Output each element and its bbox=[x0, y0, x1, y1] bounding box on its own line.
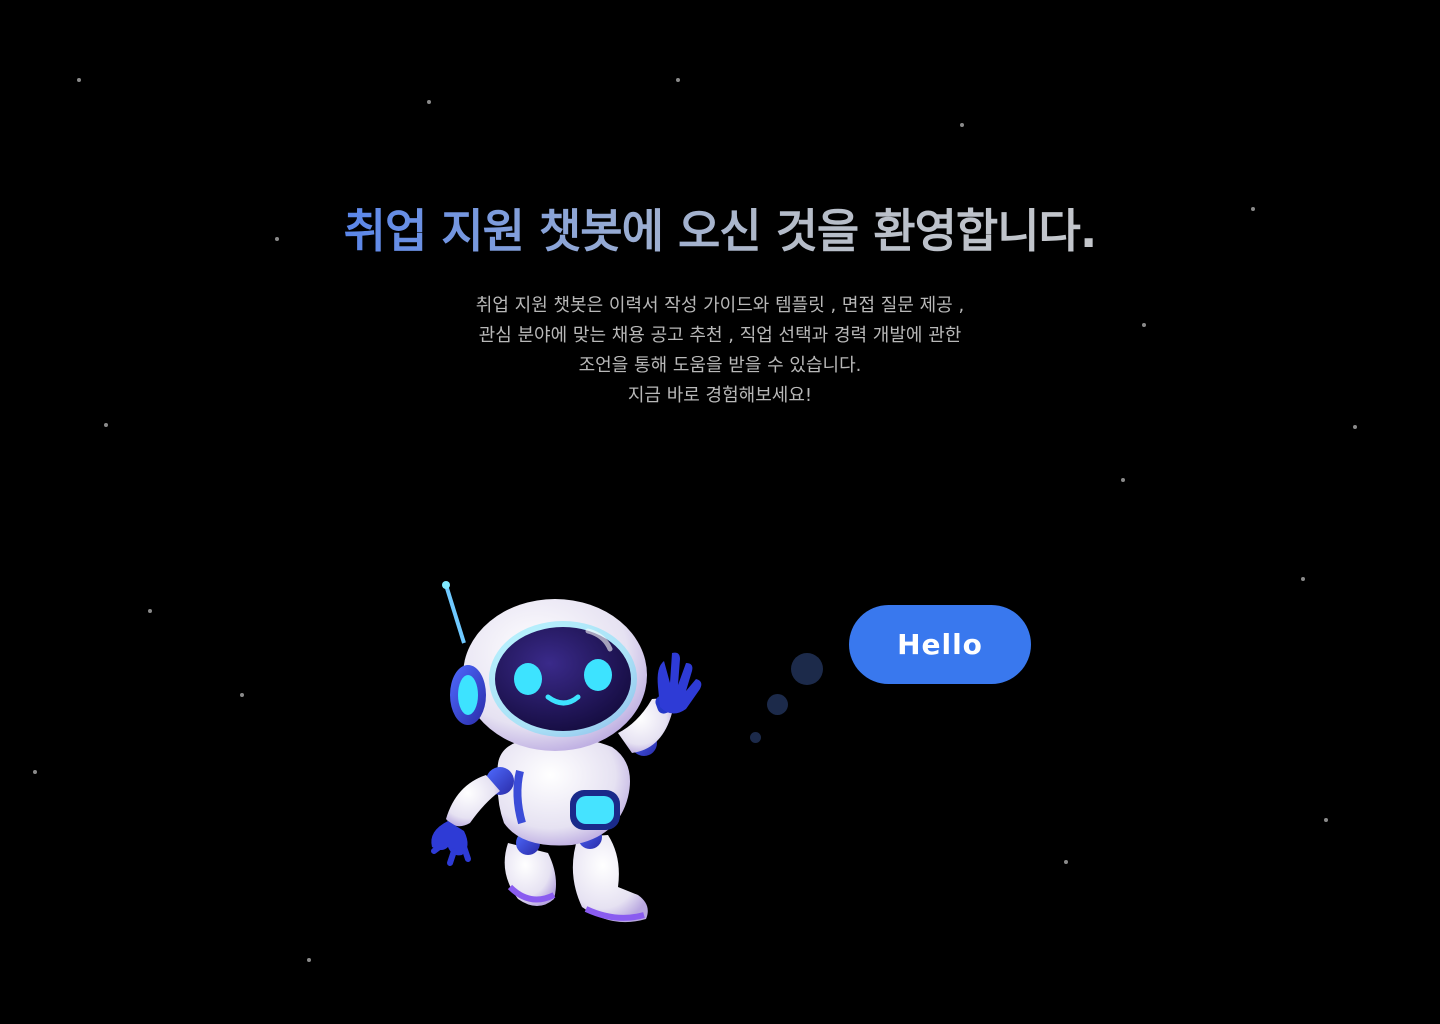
star bbox=[1121, 478, 1125, 482]
star bbox=[1324, 818, 1328, 822]
page-description: 취업 지원 챗봇은 이력서 작성 가이드와 템플릿 , 면접 질문 제공 , 관… bbox=[0, 291, 1440, 411]
star bbox=[1301, 577, 1305, 581]
star bbox=[427, 100, 431, 104]
description-line: 취업 지원 챗봇은 이력서 작성 가이드와 템플릿 , 면접 질문 제공 , bbox=[475, 295, 965, 316]
star bbox=[676, 78, 680, 82]
star bbox=[307, 958, 311, 962]
thought-bubble-dot bbox=[750, 732, 761, 743]
star bbox=[104, 423, 108, 427]
description-line: 관심 분야에 맞는 채용 공고 추천 , 직업 선택과 경력 개발에 관한 bbox=[478, 325, 962, 346]
star bbox=[960, 123, 964, 127]
page-title-text: 취업 지원 챗봇에 오신 것을 환영합니다. bbox=[343, 204, 1098, 258]
hello-chat-button[interactable]: Hello bbox=[849, 605, 1031, 684]
star bbox=[77, 78, 81, 82]
page-title: 취업 지원 챗봇에 오신 것을 환영합니다. bbox=[0, 196, 1440, 266]
landing-page: 취업 지원 챗봇에 오신 것을 환영합니다. 취업 지원 챗봇은 이력서 작성 … bbox=[0, 0, 1440, 1024]
description-line: 지금 바로 경험해보세요! bbox=[627, 385, 813, 406]
star bbox=[148, 609, 152, 613]
thought-bubble-dot bbox=[767, 694, 788, 715]
star bbox=[1064, 860, 1068, 864]
star bbox=[240, 693, 244, 697]
robot-mascot-icon bbox=[431, 581, 702, 923]
star bbox=[33, 770, 37, 774]
thought-bubble-dot bbox=[791, 653, 823, 685]
description-line: 조언을 통해 도움을 받을 수 있습니다. bbox=[578, 355, 862, 376]
star bbox=[1353, 425, 1357, 429]
